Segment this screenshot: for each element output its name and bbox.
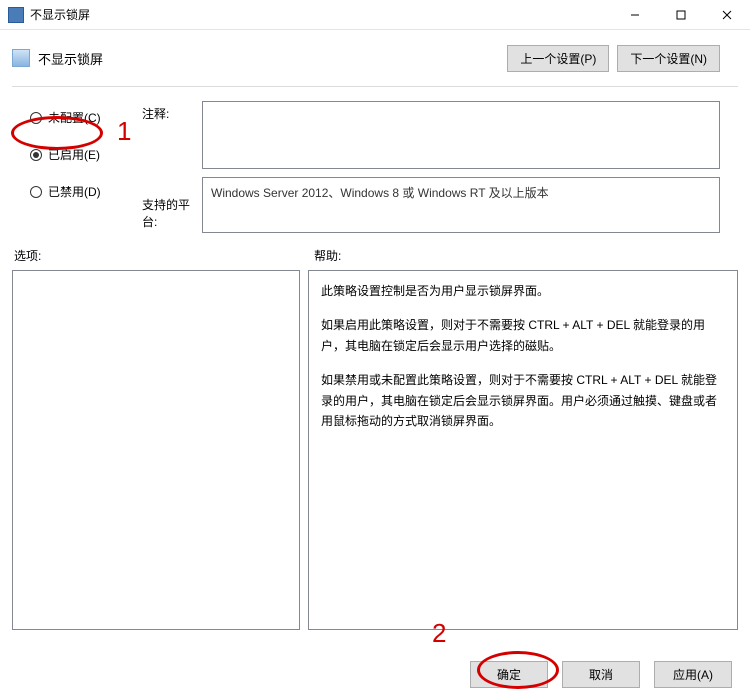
options-label: 选项:: [12, 247, 314, 264]
radio-icon: [30, 112, 42, 124]
help-label: 帮助:: [314, 247, 341, 264]
radio-label: 未配置(C): [48, 109, 101, 126]
radio-not-configured[interactable]: 未配置(C): [30, 109, 142, 126]
apply-button[interactable]: 应用(A): [654, 661, 732, 688]
options-pane: [12, 270, 300, 630]
app-icon: [8, 7, 24, 23]
radio-icon: [30, 149, 42, 161]
help-paragraph: 此策略设置控制是否为用户显示锁屏界面。: [321, 281, 725, 301]
help-paragraph: 如果启用此策略设置，则对于不需要按 CTRL + ALT + DEL 就能登录的…: [321, 315, 725, 356]
platform-box: Windows Server 2012、Windows 8 或 Windows …: [202, 177, 720, 233]
minimize-button[interactable]: [612, 0, 658, 30]
policy-title: 不显示锁屏: [38, 49, 507, 68]
help-pane: 此策略设置控制是否为用户显示锁屏界面。 如果启用此策略设置，则对于不需要按 CT…: [308, 270, 738, 630]
platform-label: 支持的平台:: [142, 196, 202, 230]
radio-label: 已启用(E): [48, 146, 100, 163]
divider: [12, 86, 738, 87]
prev-setting-button[interactable]: 上一个设置(P): [507, 45, 609, 72]
policy-icon: [12, 49, 30, 67]
maximize-button[interactable]: [658, 0, 704, 30]
titlebar: 不显示锁屏: [0, 0, 750, 30]
ok-button[interactable]: 确定: [470, 661, 548, 688]
window-title: 不显示锁屏: [30, 6, 612, 23]
close-button[interactable]: [704, 0, 750, 30]
radio-icon: [30, 186, 42, 198]
radio-disabled[interactable]: 已禁用(D): [30, 183, 142, 200]
help-paragraph: 如果禁用或未配置此策略设置，则对于不需要按 CTRL + ALT + DEL 就…: [321, 370, 725, 431]
comment-label: 注释:: [142, 105, 202, 122]
platform-text: Windows Server 2012、Windows 8 或 Windows …: [211, 186, 549, 200]
cancel-button[interactable]: 取消: [562, 661, 640, 688]
comment-textarea[interactable]: [202, 101, 720, 169]
next-setting-button[interactable]: 下一个设置(N): [617, 45, 720, 72]
radio-label: 已禁用(D): [48, 183, 101, 200]
radio-enabled[interactable]: 已启用(E): [30, 146, 142, 163]
